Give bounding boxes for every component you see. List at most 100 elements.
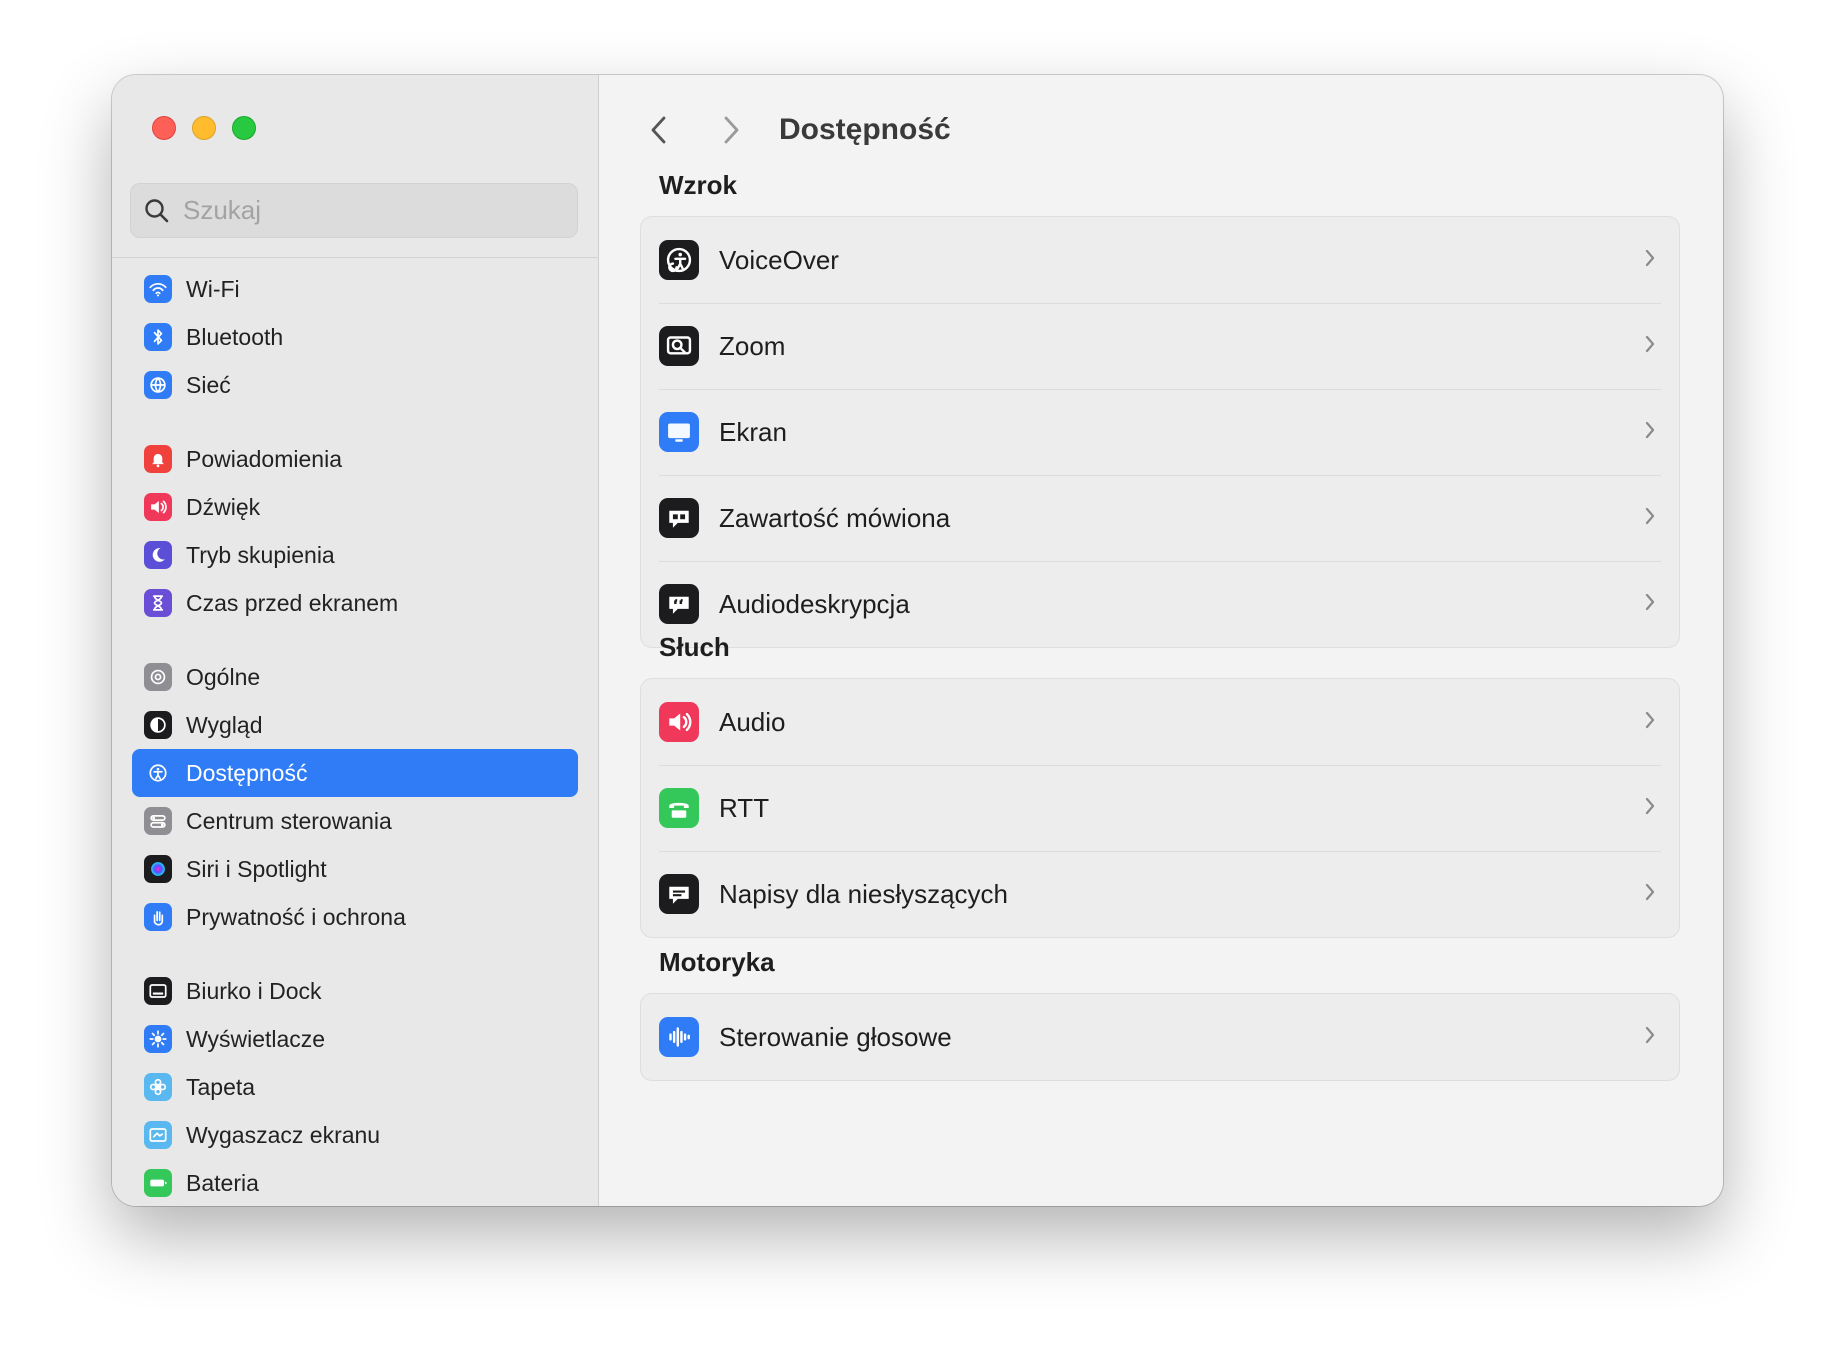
minimize-button[interactable]: [192, 116, 216, 140]
sidebar-item-czas-przed-ekranem[interactable]: Czas przed ekranem: [132, 579, 578, 627]
sidebar-item-label: Centrum sterowania: [186, 807, 392, 834]
sidebar-item-tapeta[interactable]: Tapeta: [132, 1063, 578, 1111]
sidebar-item-wyglad[interactable]: Wygląd: [132, 701, 578, 749]
chevron-right-icon: [1643, 419, 1657, 446]
section-title-wzrok: Wzrok: [659, 170, 737, 200]
chevron-right-icon: [1643, 795, 1657, 822]
row-label: Zoom: [719, 330, 786, 361]
tty-icon: [659, 788, 699, 828]
row-label: Napisy dla niesłyszących: [719, 878, 1009, 909]
moon-icon: [144, 541, 172, 569]
audio-description-icon: [659, 584, 699, 624]
sidebar-item-label: Czas przed ekranem: [186, 589, 399, 616]
sidebar-item-label: Ogólne: [186, 663, 261, 690]
siri-icon: [144, 855, 172, 883]
back-button[interactable]: [639, 110, 679, 150]
sidebar-item-label: Dostępność: [186, 759, 308, 786]
section-title-sluch: Słuch: [659, 632, 730, 662]
sidebar-item-label: Wygląd: [186, 711, 263, 738]
sidebar-item-label: Tryb skupienia: [186, 541, 335, 568]
chevron-right-icon: [1643, 333, 1657, 360]
search-field[interactable]: [130, 183, 578, 238]
wifi-icon: [144, 275, 172, 303]
bluetooth-icon: [144, 323, 172, 351]
toggles-icon: [144, 807, 172, 835]
section-title-motoryka: Motoryka: [659, 947, 775, 977]
forward-button[interactable]: [711, 110, 751, 150]
row-zoom[interactable]: Zoom: [641, 303, 1679, 389]
sidebar-item-prywatnosc-i-ochrona[interactable]: Prywatność i ochrona: [132, 893, 578, 941]
row-napisy-dla-nieslyszacych[interactable]: Napisy dla niesłyszących: [641, 851, 1679, 937]
page-title: Dostępność: [779, 113, 951, 146]
sidebar-item-dzwiek[interactable]: Dźwięk: [132, 483, 578, 531]
row-zawartosc-mowiona[interactable]: Zawartość mówiona: [641, 475, 1679, 561]
sidebar-item-bluetooth[interactable]: Bluetooth: [132, 313, 578, 361]
sidebar-item-label: Dźwięk: [186, 493, 261, 520]
row-label: RTT: [719, 792, 770, 823]
speaker-icon: [144, 493, 172, 521]
sidebar-item-biurko-i-dock[interactable]: Biurko i Dock: [132, 967, 578, 1015]
row-rtt[interactable]: RTT: [641, 765, 1679, 851]
settings-group-wzrok: VoiceOver Zoom Ekran Zawartość mówiona A…: [640, 216, 1680, 648]
chevron-right-icon: [1643, 247, 1657, 274]
sidebar-item-bateria[interactable]: Bateria: [132, 1159, 578, 1206]
row-audiodeskrypcja[interactable]: Audiodeskrypcja: [641, 561, 1679, 647]
settings-group-motoryka: Sterowanie głosowe: [640, 993, 1680, 1081]
row-label: Zawartość mówiona: [719, 502, 951, 533]
row-audio[interactable]: Audio: [641, 679, 1679, 765]
hand-icon: [144, 903, 172, 931]
globe-icon: [144, 371, 172, 399]
sidebar-item-tryb-skupienia[interactable]: Tryb skupienia: [132, 531, 578, 579]
hourglass-icon: [144, 589, 172, 617]
spoken-content-icon: [659, 498, 699, 538]
row-voiceover[interactable]: VoiceOver: [641, 217, 1679, 303]
sidebar-divider: [112, 257, 598, 258]
sidebar-item-label: Prywatność i ochrona: [186, 903, 406, 930]
sun-icon: [144, 1025, 172, 1053]
sidebar-item-label: Bateria: [186, 1169, 259, 1196]
row-label: VoiceOver: [719, 244, 839, 275]
appearance-icon: [144, 711, 172, 739]
sidebar-item-wi-fi[interactable]: Wi-Fi: [132, 265, 578, 313]
accessibility-icon: [144, 759, 172, 787]
voiceover-icon: [659, 240, 699, 280]
traffic-lights: [152, 116, 256, 140]
gear-icon: [144, 663, 172, 691]
sidebar-item-dostepnosc[interactable]: Dostępność: [132, 749, 578, 797]
chevron-right-icon: [724, 116, 739, 144]
toolbar: Dostępność: [639, 105, 951, 155]
close-button[interactable]: [152, 116, 176, 140]
search-input[interactable]: [181, 194, 555, 227]
battery-icon: [144, 1169, 172, 1197]
sidebar-item-label: Biurko i Dock: [186, 977, 322, 1004]
sidebar-item-siri-i-spotlight[interactable]: Siri i Spotlight: [132, 845, 578, 893]
row-ekran[interactable]: Ekran: [641, 389, 1679, 475]
sidebar-nav: Wi-Fi Bluetooth Sieć Powiadomienia Dźwię…: [132, 265, 578, 1206]
search-icon: [145, 198, 169, 222]
dock-icon: [144, 977, 172, 1005]
sidebar-item-siec[interactable]: Sieć: [132, 361, 578, 409]
row-label: Ekran: [719, 416, 787, 447]
row-sterowanie-glosowe[interactable]: Sterowanie głosowe: [641, 994, 1679, 1080]
screensaver-icon: [144, 1121, 172, 1149]
row-label: Audio: [719, 706, 786, 737]
settings-group-sluch: Audio RTT Napisy dla niesłyszących: [640, 678, 1680, 938]
sidebar-item-wygaszacz-ekranu[interactable]: Wygaszacz ekranu: [132, 1111, 578, 1159]
chevron-right-icon: [1643, 591, 1657, 618]
sidebar-item-label: Bluetooth: [186, 323, 284, 350]
display-icon: [659, 412, 699, 452]
waveform-icon: [659, 1017, 699, 1057]
sidebar-item-powiadomienia[interactable]: Powiadomienia: [132, 435, 578, 483]
sidebar-item-ogolne[interactable]: Ogólne: [132, 653, 578, 701]
speaker-icon: [659, 702, 699, 742]
sidebar-item-label: Wi-Fi: [186, 275, 240, 302]
row-label: Sterowanie głosowe: [719, 1021, 952, 1052]
zoom-button[interactable]: [232, 116, 256, 140]
sidebar-item-centrum-sterowania[interactable]: Centrum sterowania: [132, 797, 578, 845]
chevron-right-icon: [1643, 709, 1657, 736]
sidebar-item-wyswietlacze[interactable]: Wyświetlacze: [132, 1015, 578, 1063]
chevron-right-icon: [1643, 505, 1657, 532]
